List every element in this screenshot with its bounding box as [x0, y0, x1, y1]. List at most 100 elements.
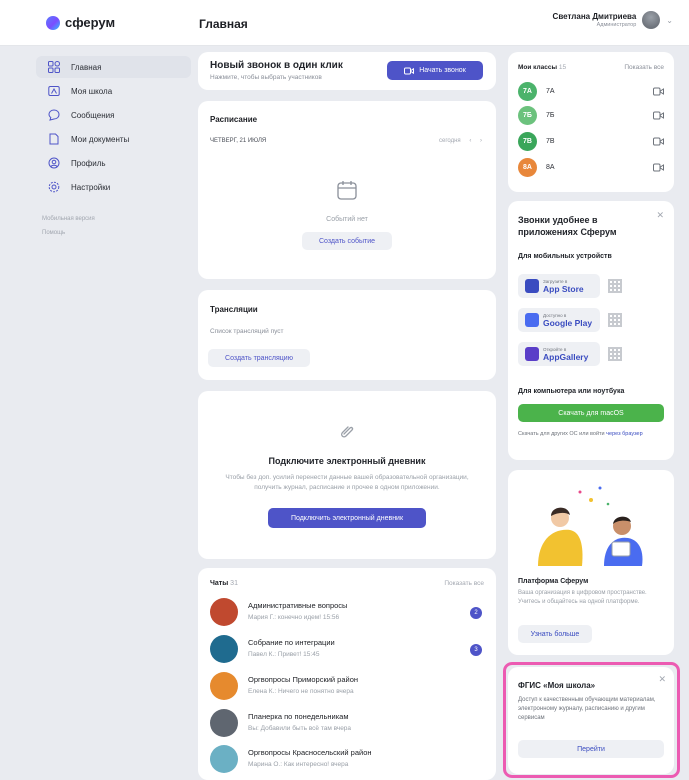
other-os-text: Скачать для других ОС или войти через бр… [518, 431, 643, 437]
chat-item[interactable]: Оргвопросы Приморский район Елена К.: Ни… [208, 669, 488, 705]
user-menu[interactable]: Светлана Дмитриева Администратор ⌄ [553, 11, 673, 29]
sidebar-item-label: Настройки [71, 182, 111, 192]
video-camera-icon [404, 67, 415, 74]
sidebar-item-label: Моя школа [71, 86, 113, 96]
calendar-icon [337, 181, 357, 200]
sidebar-item-settings[interactable]: Настройки [36, 176, 191, 198]
chat-item[interactable]: Административные вопросы Мария Г.: конеч… [208, 595, 488, 631]
class-label: 7В [546, 138, 555, 145]
sidebar-item-profile[interactable]: Профиль [36, 152, 191, 174]
chats-show-all-link[interactable]: Показать все [444, 580, 484, 587]
browser-link[interactable]: через браузер [606, 431, 643, 437]
sidebar-item-messages[interactable]: Сообщения [36, 104, 191, 126]
qr-code-icon[interactable] [608, 347, 622, 361]
class-label: 8А [546, 164, 555, 171]
link-icon [341, 426, 354, 438]
chat-avatar [210, 672, 238, 700]
class-item[interactable]: 7А 7А [518, 82, 664, 102]
qr-code-icon[interactable] [608, 279, 622, 293]
chat-name: Оргвопросы Приморский район [248, 675, 359, 684]
close-icon[interactable]: ✕ [656, 210, 664, 221]
class-item[interactable]: 8А 8А [518, 158, 664, 178]
chat-item[interactable]: Оргвопросы Красносельский район Марина О… [208, 742, 488, 778]
desktop-label: Для компьютера или ноутбука [518, 388, 625, 395]
video-camera-icon[interactable] [653, 137, 664, 146]
sidebar-item-home[interactable]: Главная [36, 56, 191, 78]
classes-count: 15 [558, 64, 567, 71]
download-desktop-button[interactable]: Скачать для macOS [518, 404, 664, 422]
my-classes-card: Мои классы 15 Показать все 7А 7А 7Б 7Б 7… [508, 52, 674, 192]
platform-card: Платформа Сферум Ваша организация в цифр… [508, 470, 674, 655]
qr-code-icon[interactable] [608, 313, 622, 327]
e-diary-card: Подключите электронный дневник Чтобы без… [198, 391, 496, 559]
app-store-button[interactable]: Загрузите в App Store [518, 274, 600, 298]
platform-description: Ваша организация в цифровом пространстве… [518, 590, 647, 605]
chevron-right-icon[interactable]: › [480, 138, 482, 144]
new-call-title: Новый звонок в один клик [210, 60, 343, 71]
video-camera-icon[interactable] [653, 111, 664, 120]
chat-last-message: Павел К.: Привет! 15:45 [248, 651, 320, 658]
broadcasts-card: Трансляции Список трансляций пуст Создат… [198, 290, 496, 380]
fgis-title: ФГИС «Моя школа» [518, 681, 596, 690]
sferum-logo[interactable]: сферум [46, 15, 115, 30]
video-camera-icon[interactable] [653, 87, 664, 96]
message-icon [48, 109, 60, 121]
chat-avatar [210, 745, 238, 773]
chat-item[interactable]: Планерка по понедельникам Вы: Добавили б… [208, 706, 488, 742]
sidebar-item-label: Сообщения [71, 110, 115, 120]
settings-icon [48, 181, 60, 193]
platform-illustration [538, 486, 643, 566]
apps-title: Звонки удобнее в приложениях Сферум [518, 215, 617, 237]
user-name: Светлана Дмитриева [552, 12, 637, 21]
chat-name: Оргвопросы Красносельский район [248, 748, 372, 757]
google-play-button[interactable]: Доступно в Google Play [518, 308, 600, 332]
create-event-button[interactable]: Создать событие [302, 232, 392, 250]
schedule-card: Расписание ЧЕТВЕРГ, 21 ИЮЛЯ сегодня ‹ › … [198, 101, 496, 279]
app-gallery-button[interactable]: Откройте в AppGallery [518, 342, 600, 366]
store-name: AppGallery [543, 352, 589, 362]
sidebar-footer-links: Мобильная версия Помощь [36, 212, 191, 240]
start-call-button[interactable]: Начать звонок [387, 61, 483, 80]
class-label: 7А [546, 88, 555, 95]
classes-show-all-link[interactable]: Показать все [624, 64, 664, 71]
chat-name: Собрание по интеграции [248, 638, 335, 647]
chat-last-message: Марина О.: Как интересно! вчера [248, 761, 349, 768]
user-role: Администратор [596, 22, 637, 28]
chat-avatar [210, 635, 238, 663]
chat-item[interactable]: Собрание по интеграции Павел К.: Привет!… [208, 632, 488, 668]
mobile-version-link[interactable]: Мобильная версия [42, 216, 95, 222]
chevron-left-icon[interactable]: ‹ [469, 138, 471, 144]
top-bar: сферум Главная Светлана Дмитриева Админи… [0, 0, 689, 46]
go-button[interactable]: Перейти [518, 740, 664, 758]
broadcasts-empty-text: Список трансляций пуст [210, 328, 284, 335]
start-call-label: Начать звонок [419, 67, 466, 74]
connect-diary-button[interactable]: Подключить электронный дневник [268, 508, 426, 528]
chat-avatar [210, 598, 238, 626]
video-camera-icon[interactable] [653, 163, 664, 172]
chat-name: Планерка по понедельникам [248, 712, 349, 721]
today-button[interactable]: сегодня [439, 138, 461, 144]
class-item[interactable]: 7В 7В [518, 132, 664, 152]
class-item[interactable]: 7Б 7Б [518, 106, 664, 126]
help-link[interactable]: Помощь [42, 230, 65, 236]
sidebar-item-documents[interactable]: Мои документы [36, 128, 191, 150]
chats-count: 31 [230, 580, 238, 587]
school-icon [48, 86, 60, 96]
avatar[interactable] [642, 11, 661, 29]
e-diary-title: Подключите электронный дневник [268, 456, 426, 466]
close-icon[interactable]: ✕ [658, 674, 666, 685]
apple-icon [525, 279, 539, 293]
learn-more-button[interactable]: Узнать больше [518, 625, 592, 643]
store-name: App Store [543, 284, 584, 294]
unread-badge: 3 [470, 644, 482, 656]
logo-icon [46, 15, 60, 30]
page-title: Главная [199, 17, 248, 31]
chat-last-message: Мария Г.: конечно идем! 15:56 [248, 614, 340, 621]
create-broadcast-button[interactable]: Создать трансляцию [208, 349, 310, 367]
grid-icon [48, 61, 60, 73]
chevron-down-icon[interactable]: ⌄ [666, 16, 673, 25]
sidebar: Главная Моя школа Сообщения Мои документ… [36, 46, 191, 780]
sidebar-item-school[interactable]: Моя школа [36, 80, 191, 102]
chats-title: Чаты 31 [210, 580, 238, 587]
chat-name: Административные вопросы [248, 601, 348, 610]
